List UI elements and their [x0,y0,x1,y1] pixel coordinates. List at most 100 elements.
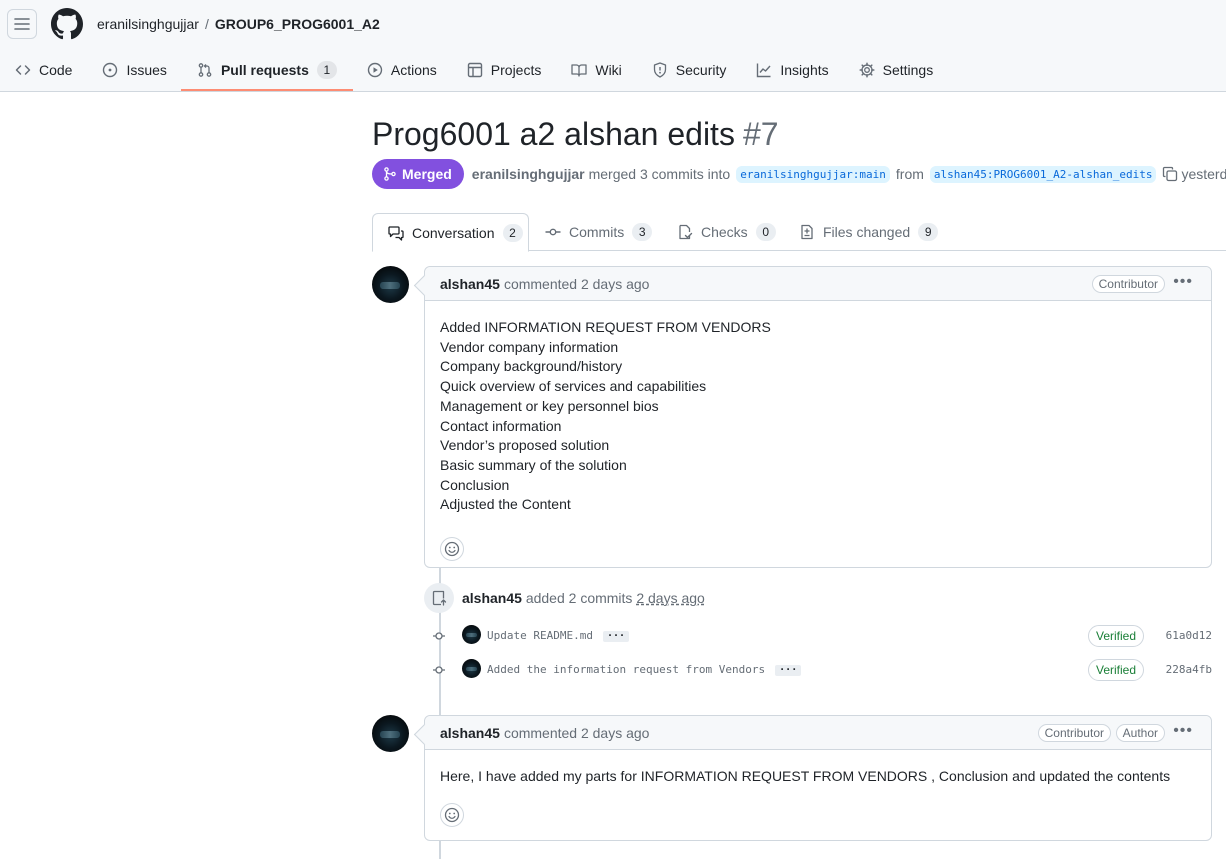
pull-requests-count: 1 [316,61,337,79]
tab-commits[interactable]: Commits 3 [545,213,653,251]
comment-author-link[interactable]: alshan45 [440,725,500,741]
tab-settings[interactable]: Settings [851,52,942,88]
tab-settings-label: Settings [882,62,934,78]
commit-sha-link[interactable]: 61a0d12 [1166,629,1212,642]
pr-title-text: Prog6001 a2 alshan edits [372,116,735,152]
hamburger-icon [14,18,30,30]
tab-actions[interactable]: Actions [359,52,445,88]
repo-header: eranilsinghgujjar / GROUP6_PROG6001_A2 Cod… [0,0,1226,92]
avatar[interactable] [372,266,409,303]
avatar[interactable] [462,659,481,678]
git-merge-icon [384,167,396,181]
comment-timestamp[interactable]: commented 2 days ago [504,276,650,292]
expand-commit-button[interactable]: ... [775,662,802,676]
book-icon [571,64,588,77]
avatar[interactable] [462,625,481,644]
tab-issues-label: Issues [126,62,167,78]
tab-pull-requests-label: Pull requests [220,62,309,78]
repo-name-link[interactable]: GROUP6_PROG6001_A2 [215,16,380,32]
push-event-icon-container [424,583,454,613]
comment-line: Company background/history [440,358,623,375]
kebab-menu-icon[interactable]: ••• [1173,723,1193,739]
kebab-menu-icon[interactable]: ••• [1173,274,1193,290]
avatar[interactable] [372,715,409,752]
tab-files-changed[interactable]: Files changed 9 [799,213,939,251]
repo-push-icon [432,590,447,606]
comment-line: Adjusted the Content [440,496,571,513]
tab-wiki-label: Wiki [595,62,622,78]
issue-icon [103,62,118,78]
comment-timestamp[interactable]: commented 2 days ago [504,725,650,741]
repo-owner-link[interactable]: eranilsinghgujjar [97,16,199,32]
expand-commit-button[interactable]: ... [602,628,630,642]
tab-security-label: Security [675,62,727,78]
base-branch-link[interactable]: eranilsinghgujjar:main [736,165,890,183]
smiley-icon [444,541,460,557]
comment-author-link[interactable]: alshan45 [440,276,500,292]
merge-time: yesterday [1181,166,1226,182]
tab-conversation[interactable]: Conversation 2 [372,213,529,252]
add-reaction-button[interactable] [440,537,464,562]
copy-icon[interactable] [1162,166,1178,182]
files-changed-count: 9 [918,223,939,241]
comment-line: Here, I have added my parts for INFORMAT… [440,768,1171,784]
tab-issues[interactable]: Issues [94,52,174,88]
commit-sha-link[interactable]: 228a4fb [1166,663,1212,676]
gear-icon [859,62,875,78]
github-logo-icon[interactable] [51,8,83,40]
add-reaction-button[interactable] [440,802,464,827]
commits-event-text: alshan45 added 2 commits 2 days ago [462,590,705,606]
checklist-icon [679,224,693,240]
comment-line: Basic summary of the solution [440,456,627,473]
commit-row: Added the information request from Vendo… [424,658,1214,682]
comment-line: Quick overview of services and capabilit… [440,378,707,395]
commit-message-text[interactable]: Added the information request from Vendo… [487,663,765,676]
comment-line: Management or key personnel bios [440,397,659,414]
merged-status-badge: Merged [372,159,464,189]
tab-actions-label: Actions [390,62,437,78]
commit-message-text[interactable]: Update README.md [487,629,593,642]
hamburger-menu-button[interactable] [7,9,37,39]
verified-badge[interactable]: Verified [1088,659,1145,681]
play-icon [367,62,383,78]
comment-card: alshan45 commented 2 days ago Contributo… [424,715,1212,841]
comment-body: Here, I have added my parts for INFORMAT… [425,750,1211,795]
verified-badge[interactable]: Verified [1088,625,1145,647]
event-action: added 2 commits [525,590,633,606]
tab-checks[interactable]: Checks 0 [677,213,776,251]
tab-code[interactable]: Code [7,52,80,88]
tab-wiki[interactable]: Wiki [563,52,629,88]
shield-icon [653,62,666,78]
pr-number: #7 [742,116,779,152]
breadcrumb: eranilsinghgujjar / GROUP6_PROG6001_A2 [97,16,380,32]
repo-nav: Code Issues Pull requests 1 Actions Proj… [0,52,948,92]
comment-header: alshan45 commented 2 days ago Contributo… [425,716,1211,750]
commits-count: 3 [632,223,653,241]
comment-line: Contact information [440,417,562,434]
pr-meta: Merged eranilsinghgujjar merged 3 commit… [372,159,1226,189]
file-diff-icon [801,224,813,240]
git-commit-icon [545,228,561,236]
commit-message[interactable]: Added the information request from Vendo… [487,662,802,676]
comment-body: Added INFORMATION REQUEST FROM VENDORS V… [425,301,1211,523]
pr-author-link[interactable]: eranilsinghgujjar [472,166,585,182]
comment-card: alshan45 commented 2 days ago Contributo… [424,266,1212,568]
head-branch-link[interactable]: alshan45:PROG6001_A2-alshan_edits [929,165,1157,183]
git-commit-icon [433,632,445,640]
pr-tabs: Conversation 2 Commits 3 Checks 0 Files … [372,213,1226,252]
timeline-line [439,840,441,859]
author-badge: Author [1115,724,1165,742]
tab-projects[interactable]: Projects [459,52,550,88]
event-author-link[interactable]: alshan45 [462,590,522,606]
tab-files-changed-label: Files changed [823,224,911,240]
tab-insights[interactable]: Insights [748,52,836,88]
tab-pull-requests[interactable]: Pull requests 1 [180,52,353,91]
event-timestamp[interactable]: 2 days ago [636,590,705,606]
comment-line: Vendor’s proposed solution [440,437,610,454]
graph-icon [757,63,771,78]
tab-security[interactable]: Security [644,52,735,88]
table-icon [467,62,482,78]
contributor-badge: Contributor [1091,275,1165,293]
merge-description: merged 3 commits into [588,166,731,182]
commit-message[interactable]: Update README.md... [487,628,630,642]
